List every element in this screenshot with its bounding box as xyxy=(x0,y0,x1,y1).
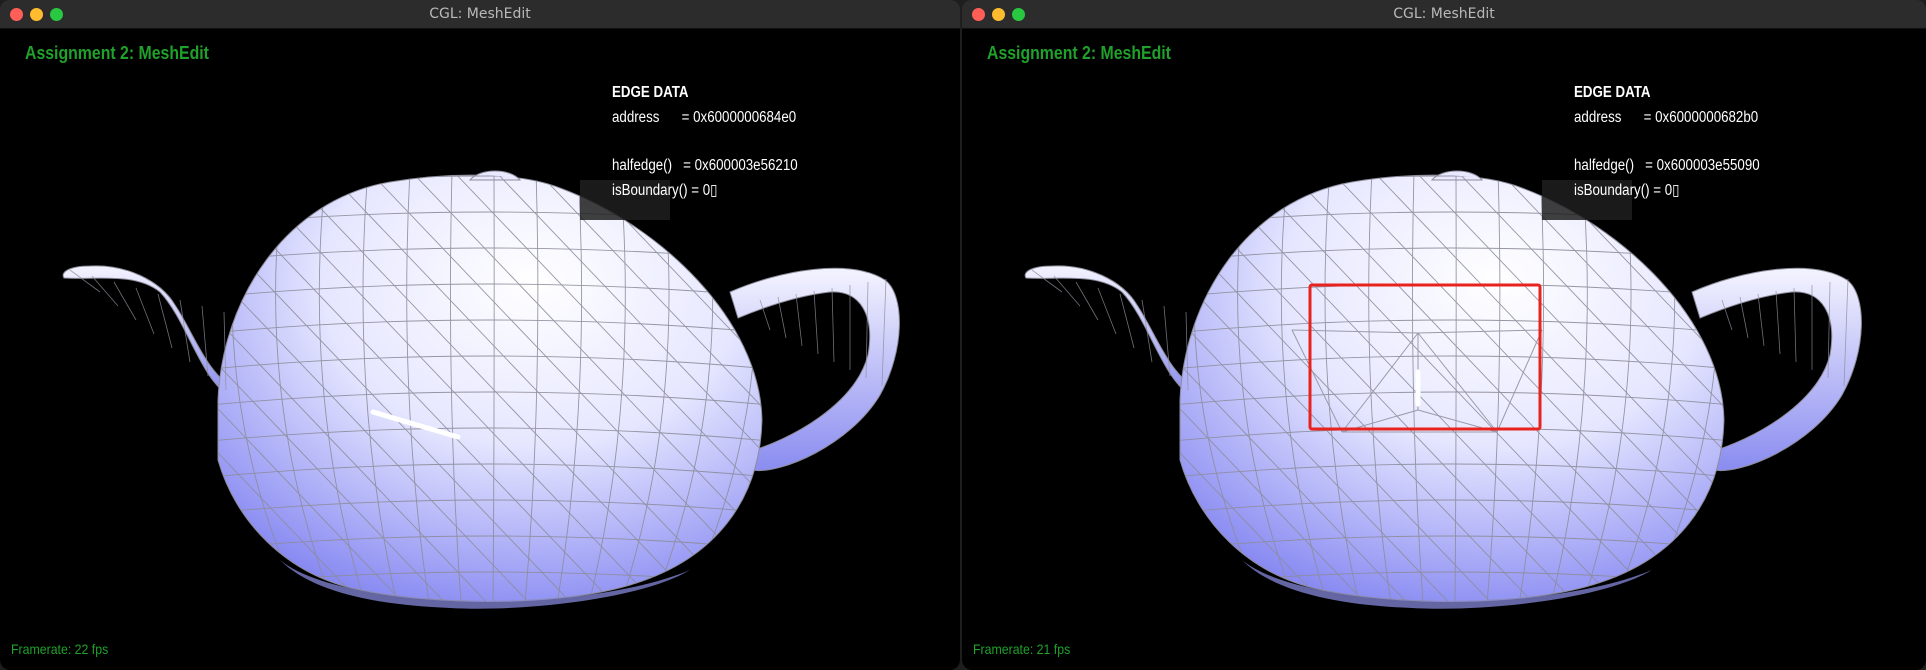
teapot-mesh[interactable] xyxy=(962,0,1926,670)
edge-halfedge: halfedge() = 0x600003e55090 xyxy=(1574,157,1760,174)
window-left: CGL: MeshEdit Assignment 2: MeshEdit EDG… xyxy=(0,0,960,670)
framerate-label: Framerate: 21 fps xyxy=(973,641,1071,657)
window-right: CGL: MeshEdit Assignment 2: MeshEdit EDG… xyxy=(962,0,1926,670)
edge-data-header: EDGE DATA xyxy=(612,84,689,101)
edge-is-boundary: isBoundary() = 0▯ xyxy=(612,182,718,199)
teapot-mesh[interactable] xyxy=(0,0,960,670)
edge-data-header: EDGE DATA xyxy=(1574,84,1651,101)
assignment-label: Assignment 2: MeshEdit xyxy=(987,43,1171,63)
assignment-label: Assignment 2: MeshEdit xyxy=(25,43,209,63)
edge-halfedge: halfedge() = 0x600003e56210 xyxy=(612,157,798,174)
edge-address: address = 0x6000000684e0 xyxy=(612,109,797,126)
framerate-label: Framerate: 22 fps xyxy=(11,641,109,657)
edge-address: address = 0x6000000682b0 xyxy=(1574,109,1759,126)
edge-is-boundary: isBoundary() = 0▯ xyxy=(1574,182,1680,199)
